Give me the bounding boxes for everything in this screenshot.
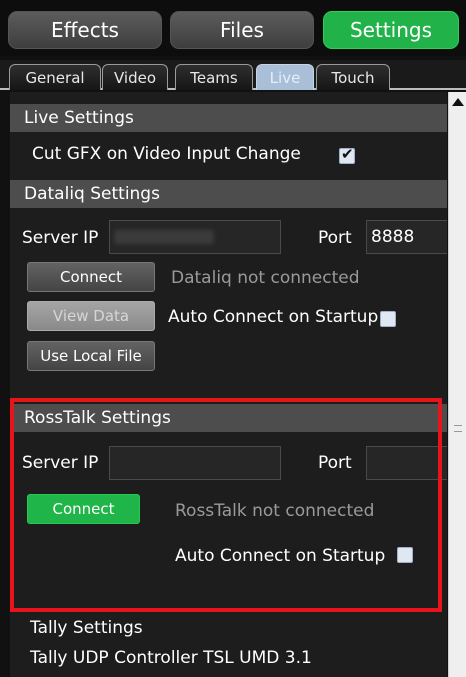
rosstalk-server-ip-label: Server IP <box>22 453 99 473</box>
dataliq-auto-connect-checkbox[interactable] <box>380 311 396 327</box>
vertical-scrollbar[interactable] <box>448 92 466 677</box>
rosstalk-status-text: RossTalk not connected <box>175 501 375 521</box>
dataliq-settings-header: Dataliq Settings <box>10 180 447 208</box>
rosstalk-server-ip-input[interactable] <box>109 446 281 480</box>
rosstalk-settings-header: RossTalk Settings <box>10 404 447 432</box>
rosstalk-port-input[interactable] <box>366 446 447 480</box>
redacted-ip <box>114 230 214 244</box>
rosstalk-auto-connect-checkbox[interactable] <box>397 547 413 563</box>
subtab-teams[interactable]: Teams <box>175 64 253 90</box>
rosstalk-port-label: Port <box>318 453 352 473</box>
view-data-button[interactable]: View Data <box>27 301 155 331</box>
dataliq-server-ip-label: Server IP <box>22 228 99 248</box>
main-tab-bar: Effects Files Settings <box>0 0 466 56</box>
tab-settings[interactable]: Settings <box>323 11 459 49</box>
dataliq-connect-button[interactable]: Connect <box>27 262 155 292</box>
subtab-touch[interactable]: Touch <box>316 64 390 90</box>
scroll-up-arrow-icon[interactable] <box>452 98 464 106</box>
rosstalk-connect-button[interactable]: Connect <box>27 494 140 524</box>
settings-sub-tab-bar: General Video Teams Live Touch <box>0 60 466 90</box>
subtab-video[interactable]: Video <box>102 64 168 90</box>
scroll-grip-icon[interactable] <box>454 425 462 432</box>
dataliq-port-input[interactable]: 8888 <box>366 220 447 254</box>
dataliq-auto-connect-label: Auto Connect on Startup <box>168 307 379 327</box>
live-settings-header: Live Settings <box>10 104 447 132</box>
tab-effects[interactable]: Effects <box>8 11 162 49</box>
live-settings-panel: Live Settings Cut GFX on Video Input Cha… <box>10 92 447 677</box>
cut-gfx-label: Cut GFX on Video Input Change <box>32 144 301 164</box>
subtab-live[interactable]: Live <box>256 64 314 90</box>
tally-controller-label: Tally UDP Controller TSL UMD 3.1 <box>30 648 312 668</box>
cut-gfx-checkbox[interactable] <box>339 145 355 164</box>
subtab-general[interactable]: General <box>9 64 101 90</box>
dataliq-status-text: Dataliq not connected <box>171 268 360 288</box>
tally-settings-header: Tally Settings <box>30 618 143 638</box>
use-local-file-button[interactable]: Use Local File <box>27 341 155 371</box>
rosstalk-auto-connect-label: Auto Connect on Startup <box>175 546 386 566</box>
tab-files[interactable]: Files <box>170 11 314 49</box>
dataliq-server-ip-input[interactable] <box>109 220 281 254</box>
dataliq-port-label: Port <box>318 228 352 248</box>
